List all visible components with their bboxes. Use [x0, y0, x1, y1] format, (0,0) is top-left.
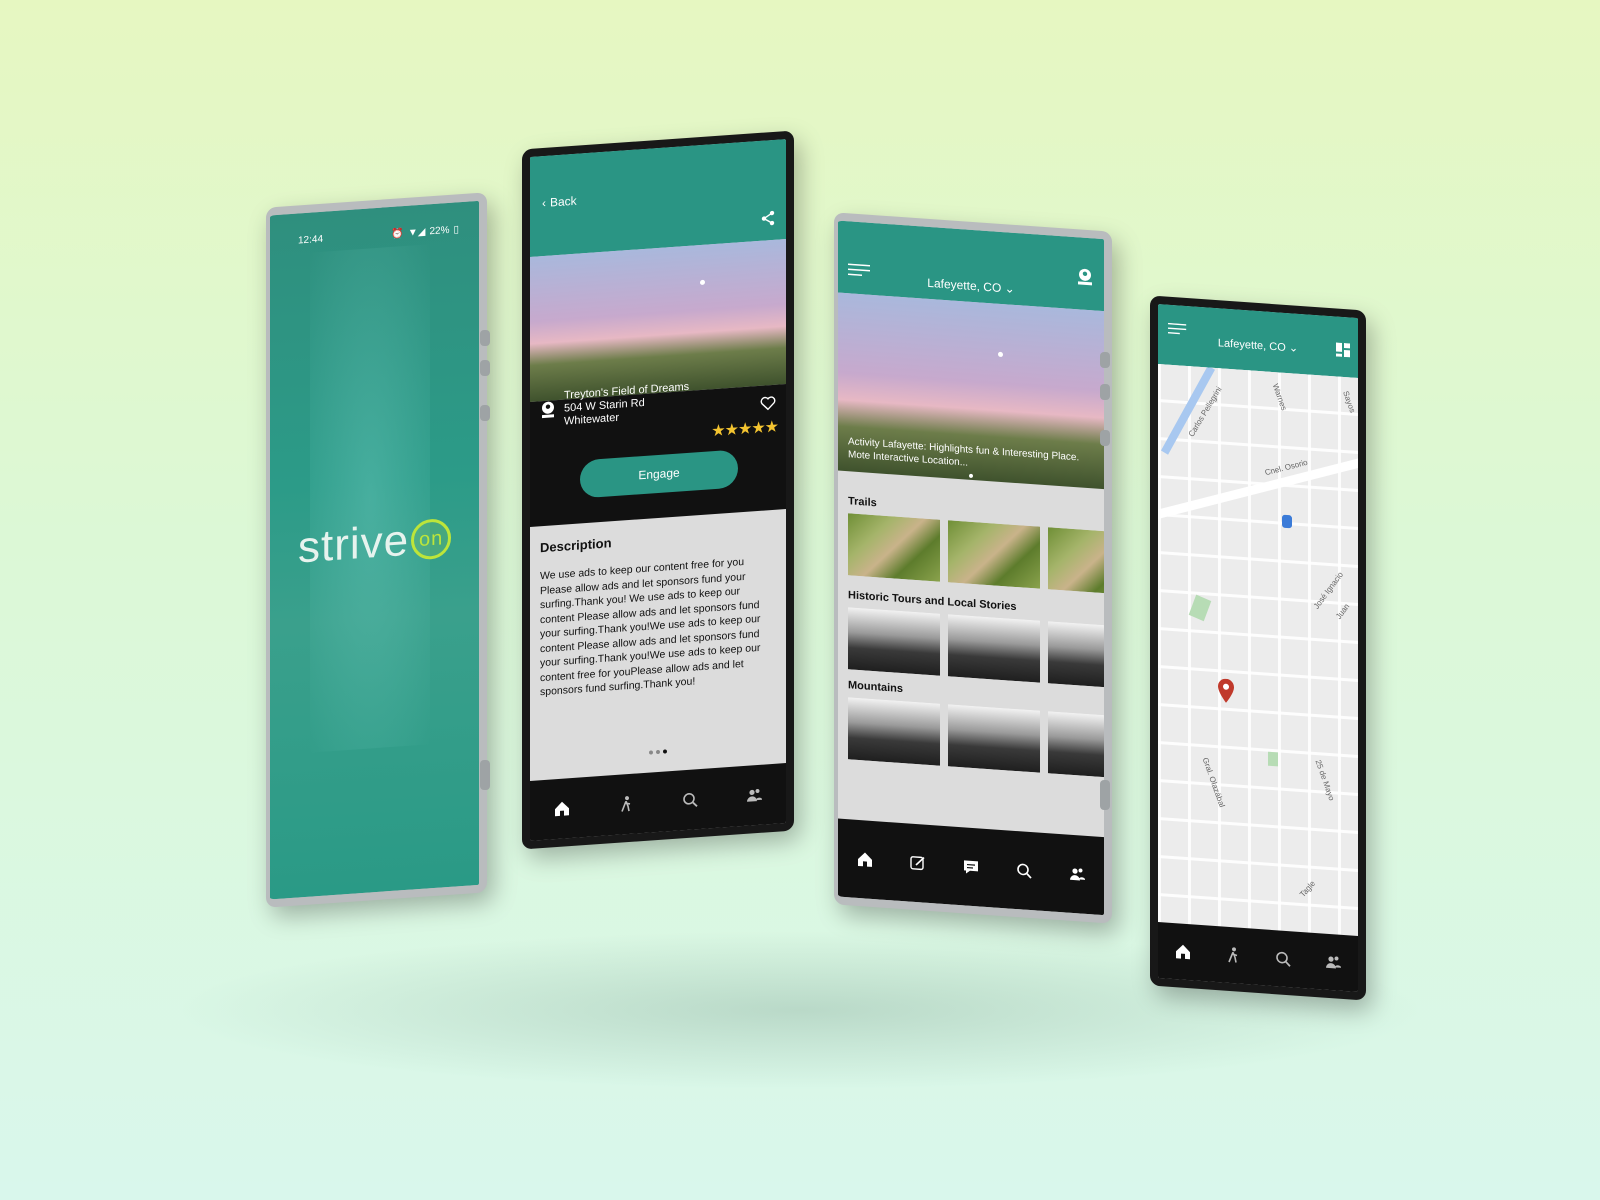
- side-key: [480, 760, 490, 790]
- location-label: Lafeyette, CO: [927, 275, 1002, 295]
- people-icon[interactable]: [745, 786, 763, 805]
- detail-screen: ‹ Back Treyton's Field of Dreams 504 W S…: [530, 139, 786, 841]
- mountain-thumbnail[interactable]: [1048, 711, 1104, 778]
- side-key: [1100, 780, 1110, 810]
- hero-image: [530, 239, 786, 402]
- page-dot-active: [663, 749, 667, 754]
- park-area: [1268, 751, 1278, 767]
- location-selector[interactable]: Lafeyette, CO ⌄: [927, 276, 1014, 296]
- back-button[interactable]: ‹ Back: [542, 194, 577, 210]
- trail-thumbnail[interactable]: [848, 513, 940, 582]
- bottom-nav: [838, 818, 1104, 916]
- map-view[interactable]: Carlos Pellegrini Warnes Cnel. Osorio Jo…: [1158, 364, 1358, 936]
- bottom-nav: [530, 763, 786, 841]
- volume-up-button: [1100, 352, 1110, 368]
- location-selector[interactable]: Lafeyette, CO ⌄: [1218, 336, 1298, 355]
- chevron-left-icon: ‹: [542, 195, 546, 211]
- banner-dot-active: [969, 473, 973, 478]
- description-section: Description We use ads to keep our conte…: [530, 509, 786, 714]
- power-button: [1100, 430, 1110, 446]
- status-icons: ⏰ ▼◢ 22% ▯: [391, 224, 459, 240]
- page-indicator: [530, 741, 786, 763]
- home-icon[interactable]: [856, 850, 874, 869]
- power-button: [480, 405, 490, 421]
- home-icon[interactable]: [553, 799, 571, 818]
- logo-word: strive: [298, 515, 410, 573]
- search-icon[interactable]: [1274, 949, 1292, 968]
- detail-header: ‹ Back: [530, 139, 786, 257]
- location-pin-icon: [542, 401, 554, 419]
- street-label: Gral. Olazábal: [1200, 756, 1227, 809]
- volume-down-button: [1100, 384, 1110, 400]
- phone-map: Lafeyette, CO ⌄ Carlos Pellegrini Warnes…: [1150, 295, 1366, 1001]
- status-bar: 12:44 ⏰ ▼◢ 22% ▯: [298, 224, 459, 246]
- striveon-logo: strive on: [298, 513, 452, 574]
- street-label: 25 de Mayo: [1313, 758, 1337, 802]
- people-icon[interactable]: [1068, 865, 1086, 884]
- street-label: Warnes: [1270, 382, 1289, 412]
- description-title: Description: [540, 535, 612, 556]
- hero-caption: Activity Lafayette: Highlights fun & Int…: [848, 436, 1080, 469]
- hamburger-menu-icon[interactable]: [848, 263, 870, 277]
- user-location-icon[interactable]: [1076, 267, 1094, 286]
- alarm-icon: ⏰: [391, 228, 404, 240]
- status-battery: 22%: [429, 224, 450, 238]
- phone-splash: 12:44 ⏰ ▼◢ 22% ▯ strive on: [266, 192, 487, 908]
- page-dot: [649, 750, 653, 755]
- forest-background: [310, 244, 430, 753]
- street-label: Tagle: [1297, 878, 1318, 899]
- street-label: Juan: [1334, 601, 1352, 622]
- park-area: [1188, 594, 1212, 622]
- chevron-down-icon: ⌄: [1288, 341, 1299, 355]
- status-time: 12:44: [298, 233, 324, 247]
- description-text: We use ads to keep our content free for …: [540, 555, 761, 699]
- back-label: Back: [550, 193, 577, 210]
- people-icon[interactable]: [1324, 953, 1342, 972]
- splash-screen: 12:44 ⏰ ▼◢ 22% ▯ strive on: [270, 200, 479, 900]
- mountain-thumbnail[interactable]: [948, 704, 1040, 773]
- street-label: Sayos: [1341, 389, 1358, 414]
- hero-banner[interactable]: Activity Lafayette: Highlights fun & Int…: [838, 292, 1104, 490]
- main-road: [1158, 452, 1358, 520]
- volume-up-button: [480, 330, 490, 346]
- engage-button[interactable]: Engage: [580, 449, 738, 499]
- volume-down-button: [480, 360, 490, 376]
- signal-icon: ▼◢: [407, 226, 426, 239]
- phone-home: Lafeyette, CO ⌄ Activity Lafayette: High…: [834, 212, 1112, 924]
- place-address: Treyton's Field of Dreams 504 W Starin R…: [564, 381, 689, 429]
- phone-detail: ‹ Back Treyton's Field of Dreams 504 W S…: [522, 130, 794, 850]
- grid-view-icon[interactable]: [1336, 342, 1350, 358]
- search-icon[interactable]: [1015, 861, 1033, 880]
- hiker-icon[interactable]: [617, 795, 635, 814]
- chat-icon[interactable]: [962, 857, 980, 876]
- home-screen: Lafeyette, CO ⌄ Activity Lafayette: High…: [838, 220, 1104, 916]
- map-pin-icon[interactable]: [1218, 678, 1234, 703]
- battery-icon: ▯: [453, 224, 459, 236]
- historic-thumbnail[interactable]: [1048, 621, 1104, 688]
- location-label: Lafeyette, CO: [1217, 336, 1286, 354]
- moon: [700, 279, 705, 286]
- share-icon[interactable]: [760, 210, 776, 227]
- street-label: José Ignacio: [1311, 570, 1346, 611]
- logo-on-circle: on: [411, 517, 452, 561]
- place-info-bar: Treyton's Field of Dreams 504 W Starin R…: [530, 381, 786, 527]
- chevron-down-icon: ⌄: [1004, 281, 1015, 296]
- rating-stars: ★★★★★: [711, 418, 778, 441]
- historic-thumbnail[interactable]: [948, 614, 1040, 683]
- home-icon[interactable]: [1174, 942, 1192, 961]
- page-dot: [656, 749, 660, 755]
- hamburger-menu-icon[interactable]: [1168, 322, 1188, 335]
- bus-stop-icon[interactable]: [1282, 514, 1292, 529]
- mountain-thumbnail[interactable]: [848, 697, 940, 766]
- map-screen: Lafeyette, CO ⌄ Carlos Pellegrini Warnes…: [1158, 304, 1358, 992]
- edit-icon[interactable]: [909, 854, 927, 873]
- trail-thumbnail[interactable]: [1048, 527, 1104, 594]
- search-icon[interactable]: [681, 790, 699, 809]
- historic-thumbnail[interactable]: [848, 607, 940, 676]
- heart-icon[interactable]: [760, 395, 776, 412]
- hiker-icon[interactable]: [1224, 946, 1242, 965]
- trail-thumbnail[interactable]: [948, 520, 1040, 589]
- moon: [998, 351, 1003, 358]
